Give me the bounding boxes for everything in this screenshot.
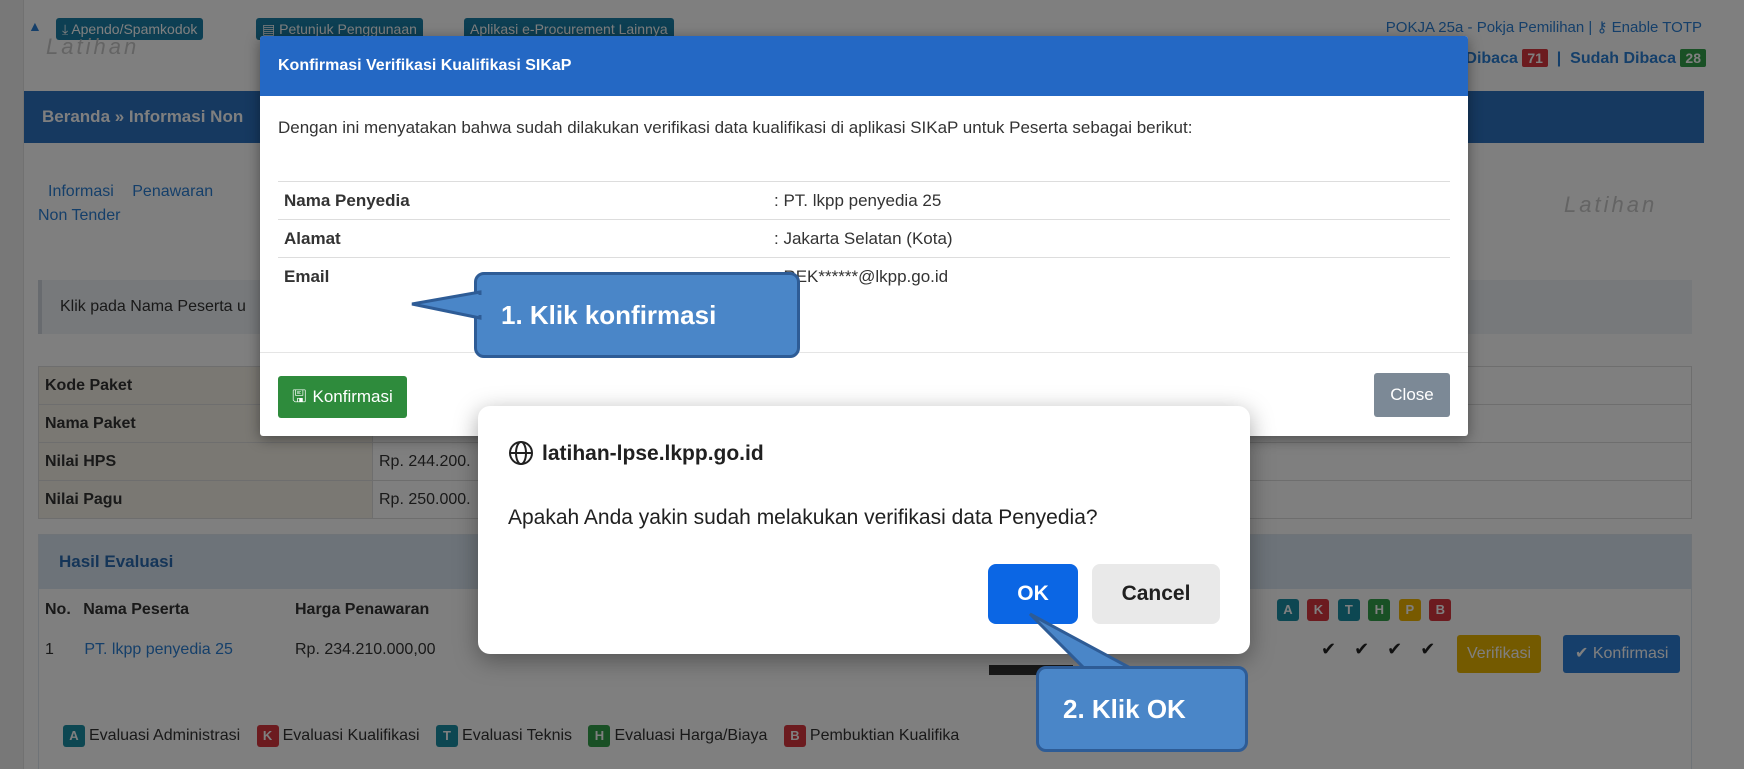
save-icon: 🖫 (292, 387, 307, 406)
screenshot-frame: ▲ ⤓ Apendo/Spamkodok ▤ Petunjuk Pengguna… (0, 0, 1744, 769)
modal-body: Dengan ini menyatakan bahwa sudah dilaku… (260, 118, 1468, 418)
globe-icon (509, 441, 533, 465)
penyedia-key: Alamat (278, 219, 768, 258)
penyedia-value: : REK******@lkpp.go.id (768, 257, 1450, 296)
modal-title: Konfirmasi Verifikasi Kualifikasi SIKaP (260, 36, 1468, 96)
modal-intro: Dengan ini menyatakan bahwa sudah dilaku… (278, 118, 1193, 137)
callout-step-1: 1. Klik konfirmasi (474, 272, 800, 358)
callout-step-2-text: 2. Klik OK (1063, 694, 1186, 724)
callout-step-1-pointer (411, 290, 482, 320)
penyedia-value: : PT. lkpp penyedia 25 (768, 181, 1450, 220)
konfirmasi-modal: Konfirmasi Verifikasi Kualifikasi SIKaP … (260, 36, 1468, 436)
callout-step-1-text: 1. Klik konfirmasi (501, 300, 717, 330)
penyedia-value: : Jakarta Selatan (Kota) (768, 219, 1450, 258)
callout-step-2: 2. Klik OK (1036, 666, 1248, 752)
penyedia-table: Nama Penyedia: PT. lkpp penyedia 25 Alam… (278, 181, 1450, 296)
table-row: Nama Penyedia: PT. lkpp penyedia 25 (278, 181, 1450, 220)
close-button[interactable]: Close (1374, 373, 1450, 417)
dialog-origin: latihan-lpse.lkpp.go.id (508, 440, 764, 466)
konfirmasi-button[interactable]: 🖫 Konfirmasi (278, 376, 407, 418)
dialog-origin-text: latihan-lpse.lkpp.go.id (542, 442, 764, 465)
penyedia-key: Nama Penyedia (278, 181, 768, 220)
modal-divider (260, 352, 1468, 353)
table-row: Alamat: Jakarta Selatan (Kota) (278, 219, 1450, 258)
dialog-message: Apakah Anda yakin sudah melakukan verifi… (508, 506, 1098, 529)
